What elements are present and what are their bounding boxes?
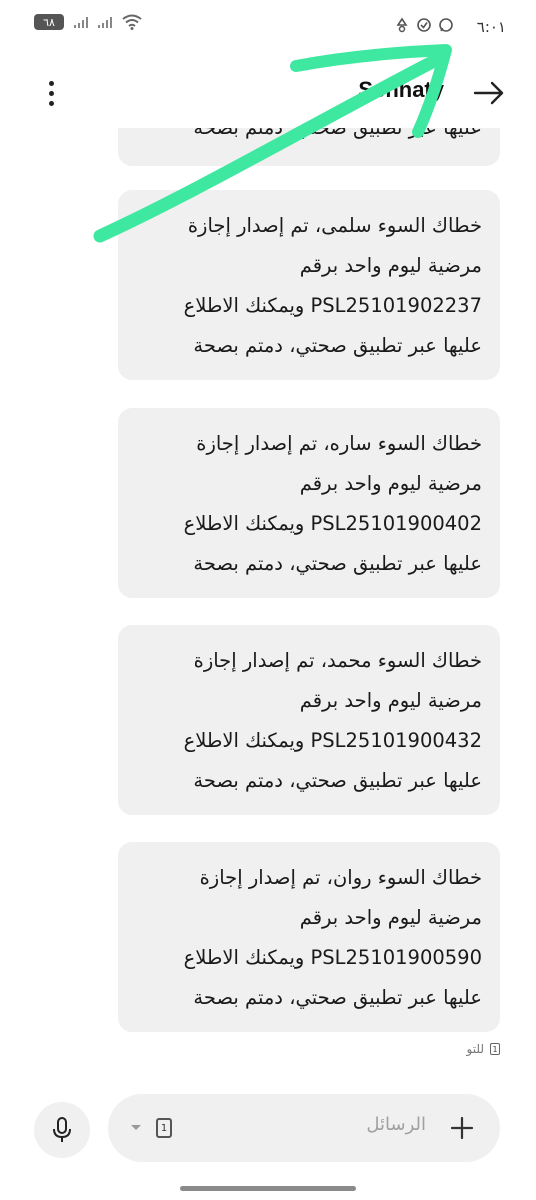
message-line: عليها عبر تطبيق صحتي، دمتم بصحة — [193, 552, 482, 575]
message-line: PSL25101900590 ويمكنك الاطلاع — [183, 946, 482, 969]
signal-icon-secondary — [98, 16, 112, 28]
message-line: خطاك السوء روان، تم إصدار إجازة — [199, 866, 482, 889]
microphone-icon — [53, 1117, 71, 1142]
message-line: خطاك السوء سلمى، تم إصدار إجازة — [187, 214, 482, 237]
message-line: PSL25101900402 ويمكنك الاطلاع — [183, 512, 482, 535]
sync-icon — [417, 18, 431, 32]
message-bubble[interactable]: خطاك السوء ساره، تم إصدار إجازة مرضية لي… — [118, 408, 500, 598]
more-vertical-icon — [48, 80, 54, 86]
message-bubble[interactable]: خطاك السوء سلمى، تم إصدار إجازة مرضية لي… — [118, 190, 500, 380]
message-line: عليها عبر تطبيق صحتي، دمتم بصحة — [136, 128, 482, 148]
message-time: للتو — [466, 1042, 484, 1056]
message-input[interactable]: 1 الرسائل — [108, 1094, 500, 1162]
sim-icon: 1 — [490, 1043, 500, 1055]
sim-selector[interactable]: 1 — [156, 1118, 172, 1138]
message-line: عليها عبر تطبيق صحتي، دمتم بصحة — [193, 769, 482, 792]
message-input-placeholder: الرسائل — [366, 1114, 426, 1135]
conversation-title: Sehhaty — [358, 77, 444, 102]
plus-icon[interactable] — [448, 1114, 476, 1142]
message-bubble[interactable]: عليها عبر تطبيق صحتي، دمتم بصحة — [118, 128, 500, 166]
compose-bar: 1 الرسائل — [0, 1086, 536, 1176]
message-line: عليها عبر تطبيق صحتي، دمتم بصحة — [193, 334, 482, 357]
message-bubble[interactable]: خطاك السوء محمد، تم إصدار إجازة مرضية لي… — [118, 625, 500, 815]
message-bubble[interactable]: خطاك السوء روان، تم إصدار إجازة مرضية لي… — [118, 842, 500, 1032]
message-line: عليها عبر تطبيق صحتي، دمتم بصحة — [193, 986, 482, 1009]
voice-record-button[interactable] — [34, 1102, 90, 1158]
chevron-down-icon[interactable] — [130, 1124, 142, 1132]
message-line: مرضية ليوم واحد برقم — [299, 689, 482, 712]
message-line: PSL25101900432 ويمكنك الاطلاع — [183, 729, 482, 752]
more-options-button[interactable] — [38, 76, 64, 110]
home-indicator[interactable] — [180, 1186, 356, 1191]
notification-icons — [394, 17, 454, 33]
recycle-icon — [396, 17, 408, 33]
message-line: مرضية ليوم واحد برقم — [299, 254, 482, 277]
message-line: خطاك السوء ساره، تم إصدار إجازة — [196, 432, 482, 455]
status-bar: ٦٨ ٦:٠١ — [0, 0, 536, 60]
battery-indicator: ٦٨ — [34, 14, 64, 30]
wifi-icon — [122, 14, 142, 30]
status-left-group: ٦٨ — [34, 14, 142, 30]
message-timestamp: 1 للتو — [467, 1042, 500, 1056]
message-line: مرضية ليوم واحد برقم — [299, 472, 482, 495]
signal-icon — [74, 16, 88, 28]
message-line: PSL25101902237 ويمكنك الاطلاع — [183, 294, 482, 317]
whatsapp-icon — [439, 18, 453, 32]
message-line: مرضية ليوم واحد برقم — [299, 906, 482, 929]
arrow-right-icon — [473, 81, 504, 105]
back-button[interactable] — [472, 78, 506, 108]
conversation-header: Sehhaty — [0, 60, 536, 128]
message-list[interactable]: عليها عبر تطبيق صحتي، دمتم بصحة خطاك الس… — [0, 128, 536, 1038]
message-line: خطاك السوء محمد، تم إصدار إجازة — [193, 649, 482, 672]
status-time: ٦:٠١ — [476, 18, 506, 36]
